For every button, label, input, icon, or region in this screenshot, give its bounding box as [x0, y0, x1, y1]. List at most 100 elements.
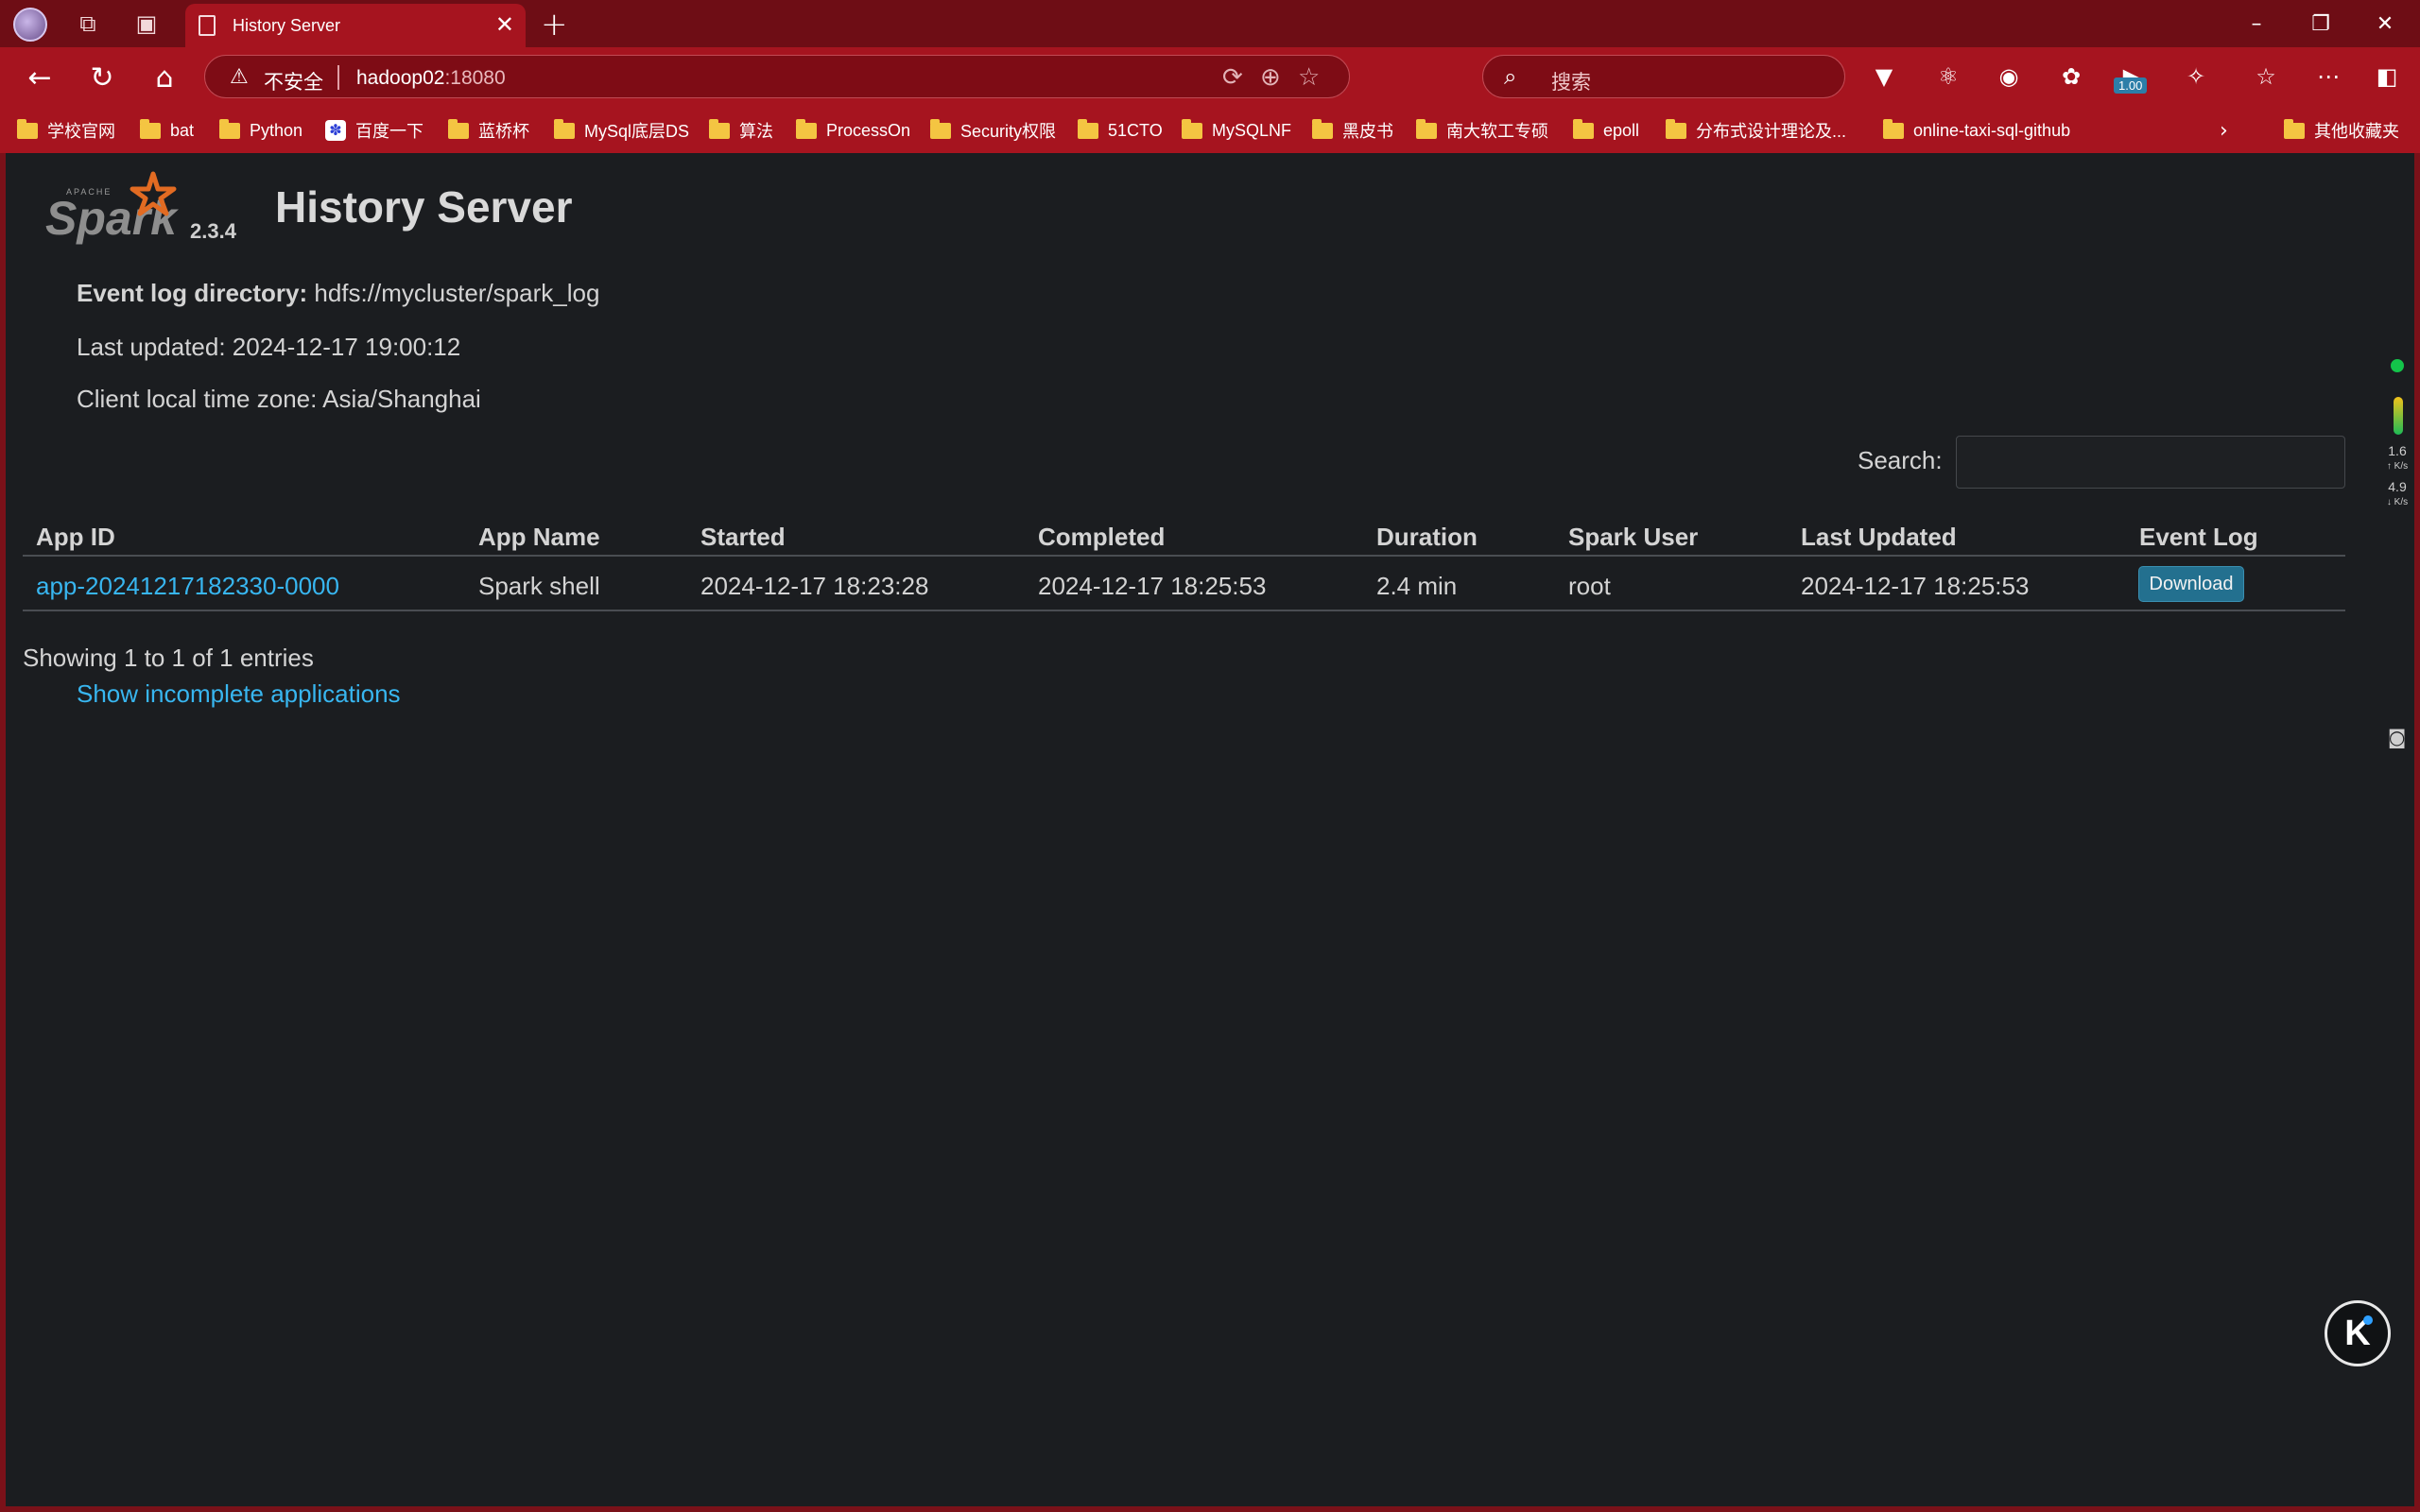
table-header-row: App ID App Name Started Completed Durati…: [23, 513, 2345, 557]
folder-icon: [1416, 118, 1437, 139]
bookmark-item-other[interactable]: 其他收藏夹: [2284, 117, 2399, 144]
bookmarks-overflow-chevron-icon[interactable]: ›: [2220, 117, 2228, 144]
more-menu-icon[interactable]: ⋯: [2312, 60, 2344, 93]
app-id-link[interactable]: app-20241217182330-0000: [36, 572, 339, 601]
started-cell: 2024-12-17 18:23:28: [700, 572, 929, 600]
bookmark-item[interactable]: MySql底层DS: [554, 117, 689, 144]
folder-icon: [1078, 118, 1098, 139]
download-speed: 4.9 ↓ K/s: [2386, 479, 2409, 507]
home-icon[interactable]: ⌂: [146, 59, 183, 96]
bookmark-item[interactable]: Security权限: [930, 117, 1056, 144]
tab-strip: ⧉ ▣ History Server ✕ + – ❐ ✕: [0, 0, 2420, 47]
sidebar-toggle-icon[interactable]: ◧: [2371, 60, 2403, 93]
folder-icon: [219, 118, 240, 139]
spark-user-cell: root: [1568, 572, 1611, 600]
tab-title: History Server: [233, 16, 341, 35]
baidu-paw-icon: ✽: [325, 120, 346, 141]
address-bar[interactable]: ⚠ 不安全 hadoop02:18080 ⊕ ⟳ ☆: [204, 55, 1350, 98]
back-icon[interactable]: ←: [21, 59, 59, 96]
folder-icon: [2284, 118, 2305, 139]
folder-icon: [1182, 118, 1202, 139]
bookmark-item[interactable]: epoll: [1573, 117, 1639, 144]
folder-icon: [448, 118, 469, 139]
workspaces-icon[interactable]: ⧉: [72, 8, 104, 40]
spark-version: 2.3.4: [190, 219, 236, 243]
react-devtools-icon[interactable]: ⚛: [1932, 60, 1964, 93]
browser-search-box[interactable]: ⌕ 搜索: [1482, 55, 1845, 98]
folder-icon: [140, 118, 161, 139]
search-label: Search:: [1858, 446, 1943, 474]
tab-history-server[interactable]: History Server ✕: [185, 4, 526, 47]
last-updated-text: Last updated: 2024-12-17 19:00:12: [77, 333, 461, 361]
sync-extension-icon[interactable]: ◉: [1993, 60, 2025, 93]
copilot-icon[interactable]: ✿: [2055, 60, 2087, 93]
minimize-button[interactable]: –: [2233, 8, 2280, 40]
warning-icon: ⚠: [230, 65, 249, 89]
speed-badge: 1.00: [2114, 77, 2148, 94]
tab-close-icon[interactable]: ✕: [495, 11, 514, 38]
column-header-started[interactable]: Started: [700, 523, 786, 552]
folder-icon: [554, 118, 575, 139]
bookmark-item[interactable]: online-taxi-sql-github: [1883, 117, 2070, 144]
vpn-extension-icon[interactable]: ▼: [1868, 60, 1900, 93]
page-content: APACHE Spark 2.3.4 History Server Event …: [6, 153, 2414, 1506]
bookmark-item[interactable]: 分布式设计理论及...: [1666, 117, 1846, 144]
bookmark-item[interactable]: ✽ 百度一下: [325, 117, 424, 144]
assistant-status-dot: [2363, 1315, 2373, 1325]
bookmark-item[interactable]: 蓝桥杯: [448, 117, 529, 144]
download-event-log-button[interactable]: Download: [2138, 566, 2244, 602]
table-search-input[interactable]: [1956, 436, 2345, 489]
show-incomplete-link[interactable]: Show incomplete applications: [77, 679, 401, 709]
screenshot-camera-icon[interactable]: ◙: [2388, 726, 2406, 748]
restore-button[interactable]: ❐: [2297, 8, 2344, 40]
browser-toolbar: ← ↻ ⌂ ⚠ 不安全 hadoop02:18080 ⊕ ⟳ ☆ ⌕ 搜索 ▼ …: [0, 47, 2420, 106]
vertical-tabs-icon[interactable]: ▣: [130, 8, 163, 40]
folder-icon: [1666, 118, 1686, 139]
duration-cell: 2.4 min: [1376, 572, 1458, 600]
bookmark-item[interactable]: 黑皮书: [1312, 117, 1393, 144]
network-monitor-widget[interactable]: 1.6 ↑ K/s 4.9 ↓ K/s ◙: [2375, 359, 2414, 765]
favorite-star-icon[interactable]: ☆: [1298, 63, 1320, 92]
bookmark-item[interactable]: 南大软工专硕: [1416, 117, 1548, 144]
column-header-duration[interactable]: Duration: [1376, 523, 1478, 552]
page-icon: [199, 15, 216, 36]
new-tab-button[interactable]: +: [541, 6, 568, 43]
close-window-button[interactable]: ✕: [2361, 8, 2409, 40]
entries-info: Showing 1 to 1 of 1 entries: [23, 644, 314, 672]
timezone-text: Client local time zone: Asia/Shanghai: [77, 385, 481, 413]
bookmark-item[interactable]: Python: [219, 117, 302, 144]
folder-icon: [930, 118, 951, 139]
bookmark-item[interactable]: MySQLNF: [1182, 117, 1291, 144]
column-header-spark-user[interactable]: Spark User: [1568, 523, 1698, 552]
folder-icon: [709, 118, 730, 139]
bookmarks-bar: 学校官网 bat Python ✽ 百度一下 蓝桥杯 MySql底层DS 算法 P…: [0, 106, 2420, 153]
column-header-app-id[interactable]: App ID: [36, 523, 115, 552]
status-dot-icon: [2391, 359, 2404, 372]
refresh-icon[interactable]: ↻: [83, 59, 121, 96]
column-header-event-log[interactable]: Event Log: [2139, 523, 2258, 552]
browser-window: ⧉ ▣ History Server ✕ + – ❐ ✕ ← ↻ ⌂ ⚠ 不安全…: [0, 0, 2420, 1512]
column-header-completed[interactable]: Completed: [1038, 523, 1165, 552]
zoom-icon[interactable]: ⊕: [1260, 63, 1281, 92]
bookmark-item[interactable]: 学校官网: [17, 117, 115, 144]
bookmark-item[interactable]: 算法: [709, 117, 773, 144]
last-updated-cell: 2024-12-17 18:25:53: [1801, 572, 2030, 600]
bookmark-item[interactable]: bat: [140, 117, 194, 144]
table-row: app-20241217182330-0000 Spark shell 2024…: [23, 558, 2345, 611]
translate-icon[interactable]: ⟳: [1222, 63, 1243, 92]
spark-logo[interactable]: APACHE Spark: [42, 170, 183, 246]
extensions-icon[interactable]: ✧: [2180, 60, 2212, 93]
column-header-app-name[interactable]: App Name: [478, 523, 600, 552]
folder-icon: [17, 118, 38, 139]
floating-assistant-button[interactable]: K: [2325, 1300, 2391, 1366]
bookmark-item[interactable]: 51CTO: [1078, 117, 1163, 144]
bookmark-item[interactable]: ProcessOn: [796, 117, 910, 144]
app-name-cell: Spark shell: [478, 572, 600, 600]
column-header-last-updated[interactable]: Last Updated: [1801, 523, 1957, 552]
insecure-label[interactable]: 不安全: [264, 67, 323, 95]
favorites-icon[interactable]: ☆: [2250, 60, 2282, 93]
profile-avatar[interactable]: [13, 8, 47, 42]
page-title: History Server: [275, 182, 573, 232]
folder-icon: [1312, 118, 1333, 139]
url-text[interactable]: hadoop02:18080: [356, 67, 506, 90]
